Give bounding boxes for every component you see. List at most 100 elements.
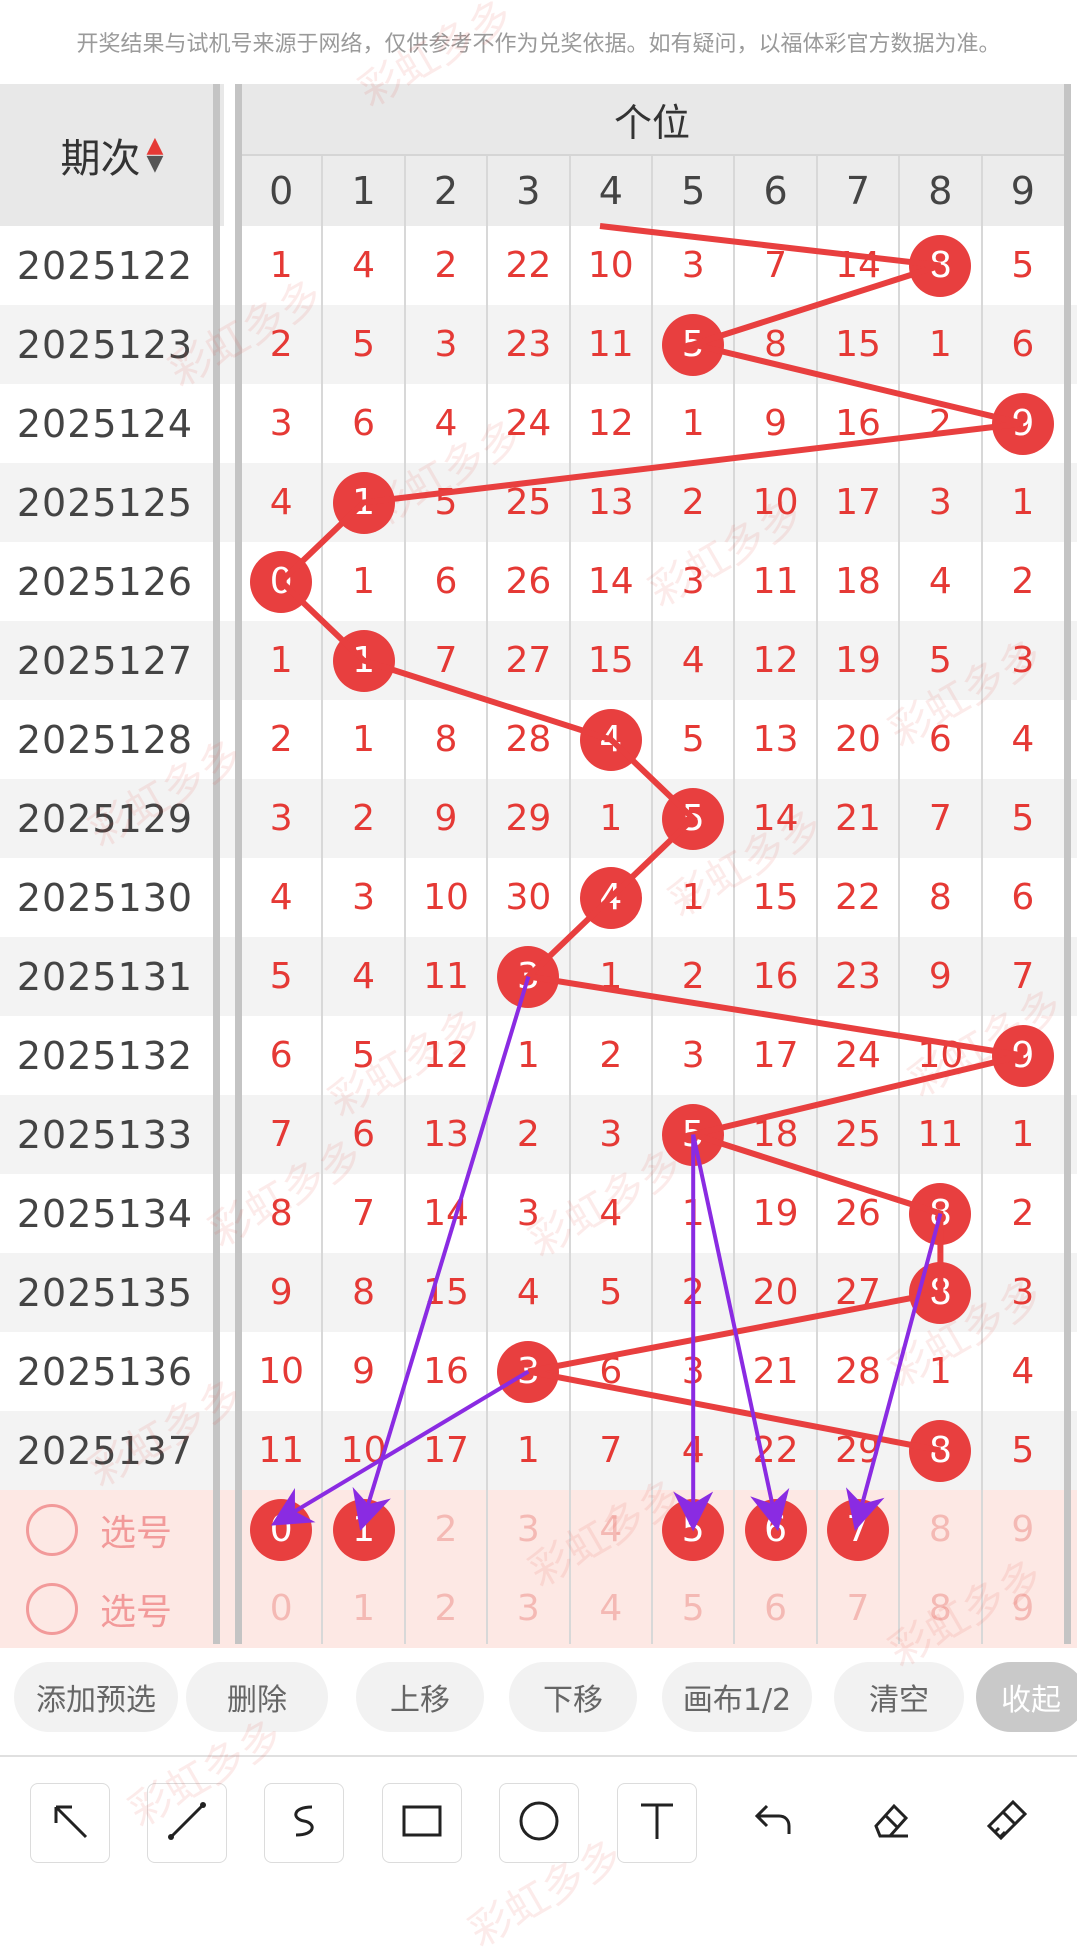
pick-number-cell[interactable]: 2 bbox=[405, 1490, 487, 1569]
radio-circle-icon[interactable] bbox=[26, 1582, 78, 1635]
omission-cell: 6 bbox=[352, 1114, 376, 1155]
omission-cell: 3 bbox=[681, 1351, 705, 1392]
period-number: 2025135 bbox=[16, 1270, 194, 1315]
period-number: 2025124 bbox=[16, 401, 194, 446]
arrow-tool[interactable] bbox=[30, 1783, 110, 1863]
omission-cell: 6 bbox=[928, 719, 952, 760]
pick-number-cell[interactable]: 0 bbox=[240, 1569, 322, 1648]
selected-pick-ball[interactable]: 7 bbox=[827, 1498, 889, 1561]
omission-cell: 3 bbox=[681, 561, 705, 602]
period-number: 2025134 bbox=[16, 1191, 194, 1236]
omission-cell: 5 bbox=[1011, 798, 1035, 839]
pick-number-cell[interactable]: 4 bbox=[570, 1490, 652, 1569]
omission-cell: 3 bbox=[599, 1114, 623, 1155]
pick-number-cell[interactable]: 3 bbox=[487, 1569, 569, 1648]
omission-cell: 1 bbox=[516, 1430, 540, 1471]
hit-number-ball: 5 bbox=[662, 1103, 725, 1166]
omission-cell: 2 bbox=[681, 482, 705, 523]
pick-number-cell[interactable]: 1 bbox=[322, 1569, 404, 1648]
curve-tool[interactable] bbox=[264, 1783, 344, 1863]
omission-cell: 4 bbox=[599, 1193, 623, 1234]
action-button[interactable]: 下移 bbox=[509, 1662, 637, 1732]
period-header-label: 期次 bbox=[60, 136, 141, 182]
period-number: 2025127 bbox=[16, 638, 194, 683]
period-number: 2025131 bbox=[16, 954, 194, 999]
digit-column-header: 8 bbox=[899, 156, 982, 226]
omission-cell: 12 bbox=[423, 1035, 469, 1076]
radio-circle-icon[interactable] bbox=[26, 1503, 78, 1556]
column-gridline bbox=[321, 156, 324, 1644]
text-tool[interactable] bbox=[617, 1783, 697, 1863]
hit-number-ball: 1 bbox=[332, 471, 395, 534]
pick-number-cell[interactable]: 9 bbox=[982, 1490, 1064, 1569]
sort-toggle-icon[interactable]: ▲ ▼ bbox=[147, 135, 164, 175]
omission-cell: 4 bbox=[352, 245, 376, 286]
omission-cell: 10 bbox=[258, 1351, 305, 1392]
undo-tool[interactable] bbox=[734, 1783, 812, 1861]
undo-icon bbox=[751, 1798, 795, 1846]
omission-cell: 2 bbox=[928, 403, 952, 444]
rectangle-tool[interactable] bbox=[382, 1783, 462, 1863]
omission-cell: 19 bbox=[835, 640, 881, 681]
omission-cell: 14 bbox=[835, 245, 881, 286]
omission-cell: 3 bbox=[352, 877, 376, 918]
pick-number-cell[interactable]: 8 bbox=[899, 1569, 981, 1648]
circle-icon bbox=[517, 1799, 561, 1847]
pick-number-cell[interactable]: 6 bbox=[734, 1569, 816, 1648]
period-column-header[interactable]: 期次 ▲ ▼ bbox=[0, 84, 224, 226]
period-number: 2025123 bbox=[16, 322, 194, 367]
omission-cell: 17 bbox=[423, 1430, 469, 1471]
omission-cell: 3 bbox=[928, 482, 952, 523]
hit-number-ball: 8 bbox=[909, 1182, 972, 1245]
omission-cell: 7 bbox=[928, 798, 952, 839]
omission-cell: 5 bbox=[269, 956, 293, 997]
column-gridline bbox=[898, 156, 901, 1644]
action-button[interactable]: 画布1/2 bbox=[662, 1662, 812, 1732]
digit-group-divider bbox=[235, 84, 242, 1644]
omission-cell: 2 bbox=[269, 324, 293, 365]
period-number: 2025125 bbox=[16, 480, 194, 525]
omission-cell: 12 bbox=[587, 403, 634, 444]
selected-pick-ball[interactable]: 0 bbox=[250, 1498, 313, 1561]
omission-cell: 3 bbox=[516, 1193, 540, 1234]
selected-pick-ball[interactable]: 6 bbox=[744, 1498, 807, 1561]
hit-number-ball: 8 bbox=[909, 1261, 972, 1324]
omission-cell: 6 bbox=[352, 403, 376, 444]
eraser-tool[interactable] bbox=[851, 1783, 929, 1861]
omission-cell: 9 bbox=[269, 1272, 293, 1313]
pick-number-cell[interactable]: 7 bbox=[817, 1569, 899, 1648]
pick-number-cell[interactable]: 5 bbox=[652, 1569, 734, 1648]
pick-number-cell[interactable]: 9 bbox=[982, 1569, 1064, 1648]
action-button[interactable]: 清空 bbox=[834, 1662, 964, 1732]
omission-cell: 7 bbox=[434, 640, 458, 681]
omission-cell: 2 bbox=[434, 245, 458, 286]
selected-pick-ball[interactable]: 1 bbox=[332, 1498, 395, 1561]
pick-number-cell[interactable]: 8 bbox=[899, 1490, 981, 1569]
period-number: 2025122 bbox=[16, 243, 194, 288]
circle-tool[interactable] bbox=[499, 1783, 579, 1863]
pick-number-cell[interactable]: 2 bbox=[405, 1569, 487, 1648]
omission-cell: 4 bbox=[516, 1272, 540, 1313]
omission-cell: 9 bbox=[764, 403, 788, 444]
hit-number-ball: 8 bbox=[909, 1419, 972, 1482]
omission-cell: 27 bbox=[505, 640, 552, 681]
action-button[interactable]: 删除 bbox=[186, 1662, 328, 1732]
column-gridline bbox=[815, 156, 818, 1644]
clear-brush-tool[interactable] bbox=[968, 1783, 1046, 1861]
hit-number-ball: 3 bbox=[497, 945, 560, 1008]
action-button[interactable]: 收起 bbox=[976, 1662, 1077, 1732]
omission-cell: 25 bbox=[835, 1114, 881, 1155]
selected-pick-ball[interactable]: 5 bbox=[662, 1498, 725, 1561]
omission-cell: 2 bbox=[516, 1114, 540, 1155]
omission-cell: 14 bbox=[752, 798, 799, 839]
action-button[interactable]: 添加预选 bbox=[14, 1662, 178, 1732]
action-button[interactable]: 上移 bbox=[356, 1662, 484, 1732]
omission-cell: 26 bbox=[835, 1193, 881, 1234]
line-tool[interactable] bbox=[147, 1783, 227, 1863]
omission-cell: 4 bbox=[681, 640, 705, 681]
pick-number-cell[interactable]: 4 bbox=[570, 1569, 652, 1648]
omission-cell: 8 bbox=[434, 719, 458, 760]
pick-row-toggle[interactable]: 选号 bbox=[26, 1569, 172, 1648]
pick-row-toggle[interactable]: 选号 bbox=[26, 1490, 172, 1569]
pick-number-cell[interactable]: 3 bbox=[487, 1490, 569, 1569]
